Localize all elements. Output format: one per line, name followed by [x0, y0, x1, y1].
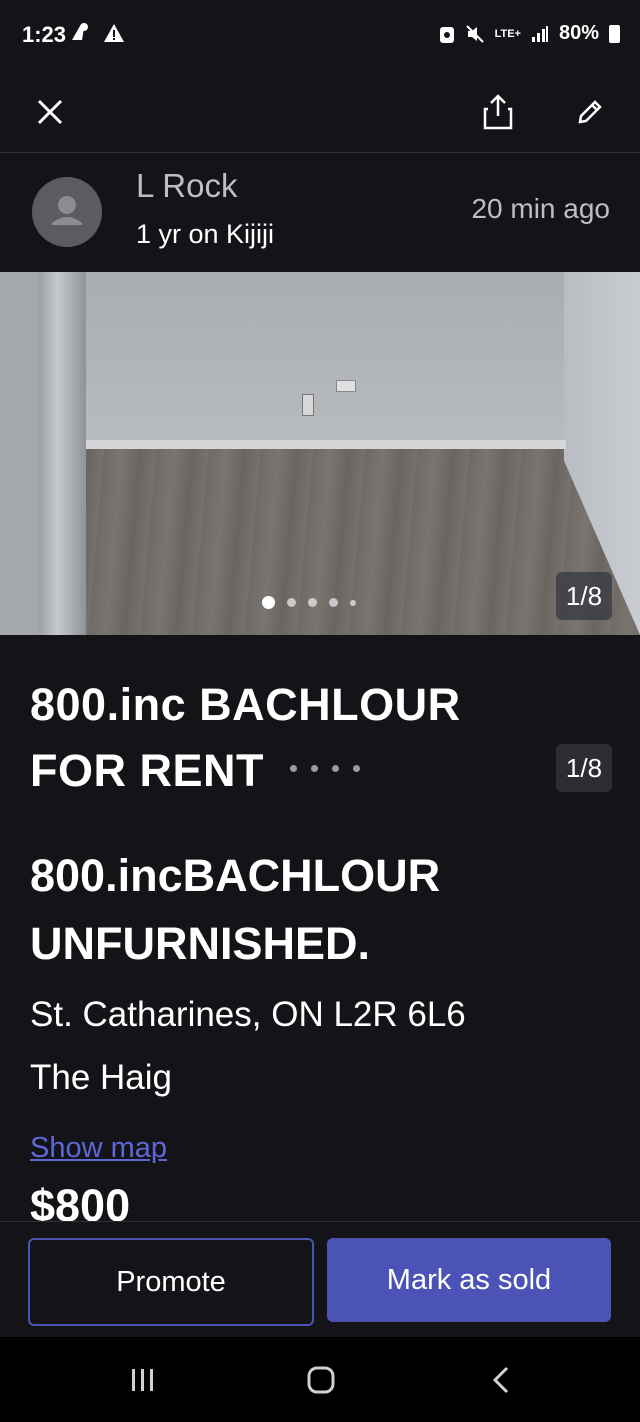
photo-counter-overlay: 1/8: [556, 744, 612, 792]
action-bar: Promote Mark as sold: [0, 1221, 640, 1338]
battery-icon: [609, 24, 620, 43]
share-icon: [483, 94, 513, 130]
page-dot[interactable]: [329, 598, 338, 607]
page-dot[interactable]: [350, 599, 356, 606]
promote-button[interactable]: Promote: [28, 1238, 314, 1326]
signal-icon: [531, 25, 548, 42]
home-button[interactable]: [296, 1355, 346, 1405]
status-right: LTE+ 80%: [439, 22, 620, 45]
recents-button[interactable]: [118, 1355, 168, 1405]
top-toolbar: [0, 72, 640, 153]
ghost-pagination: [290, 765, 360, 772]
status-bar: 1:23 LTE+ 80%: [0, 0, 640, 72]
photo-wall: [0, 272, 640, 447]
edit-icon: [578, 100, 602, 124]
page-dot[interactable]: [308, 598, 317, 607]
page-dot[interactable]: [262, 596, 275, 609]
back-button[interactable]: [476, 1355, 526, 1405]
listing-description: 800.incBACHLOUR UNFURNISHED.: [30, 850, 441, 969]
show-map-link[interactable]: Show map: [30, 1132, 167, 1165]
listing-title: 800.inc BACHLOUR FOR RENT: [30, 679, 461, 796]
share-button[interactable]: [474, 88, 522, 136]
edit-button[interactable]: [566, 88, 614, 136]
system-nav-bar: [0, 1337, 640, 1422]
status-time: 1:23: [22, 22, 67, 47]
alarm-icon: [439, 26, 454, 43]
seller-info[interactable]: L Rock 1 yr on Kijiji 20 min ago: [0, 153, 640, 271]
listing-neighborhood: The Haig: [30, 1058, 173, 1097]
user-icon: [52, 196, 82, 225]
notification-icons: [70, 22, 126, 50]
battery-level: 80%: [558, 22, 599, 44]
network-type: LTE+: [494, 27, 521, 40]
recents-icon: [132, 1369, 153, 1391]
close-icon: [37, 99, 63, 125]
gallery-pagination[interactable]: [262, 596, 356, 609]
seller-tenure: 1 yr on Kijiji: [136, 219, 275, 249]
light-switch: [336, 380, 356, 392]
listing-price: $800: [30, 1180, 131, 1222]
photo-counter: 1/8: [556, 572, 612, 620]
listing-photo[interactable]: 1/8: [0, 272, 640, 635]
outlet: [302, 394, 314, 416]
close-button[interactable]: [26, 88, 74, 136]
avatar[interactable]: [32, 177, 102, 247]
home-icon: [307, 1366, 335, 1394]
listing-address: St. Catharines, ON L2R 6L6: [30, 995, 466, 1034]
posted-time: 20 min ago: [471, 193, 610, 224]
back-icon: [492, 1366, 509, 1394]
mute-icon: [465, 24, 484, 43]
page-dot[interactable]: [287, 598, 296, 607]
mark-as-sold-button[interactable]: Mark as sold: [327, 1238, 611, 1322]
seller-name[interactable]: L Rock: [136, 167, 237, 205]
